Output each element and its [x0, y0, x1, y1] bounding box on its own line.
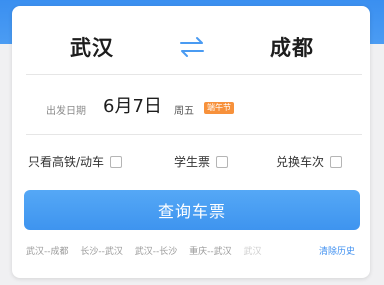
search-tickets-button[interactable]: 查询车票: [24, 190, 360, 230]
student-ticket-checkbox[interactable]: [216, 155, 229, 168]
divider: [26, 134, 362, 135]
history-item[interactable]: 重庆--武汉: [189, 247, 232, 257]
option-label: 学生票: [174, 155, 211, 169]
history-item[interactable]: 武汉--长沙: [135, 247, 178, 257]
arrival-station[interactable]: 成都: [270, 32, 314, 62]
redeem-train-checkbox[interactable]: [330, 155, 343, 168]
clear-history-link[interactable]: 清除历史: [319, 244, 355, 257]
option-label: 兑换车次: [276, 155, 325, 169]
swap-stations-icon[interactable]: [177, 36, 207, 58]
holiday-badge: 端午节: [204, 102, 234, 114]
option-label: 只看高铁/动车: [28, 155, 105, 169]
history-item[interactable]: 长沙--武汉: [80, 247, 123, 257]
divider: [26, 74, 362, 75]
option-high-speed-only[interactable]: 只看高铁/动车: [28, 153, 123, 170]
departure-station[interactable]: 武汉: [70, 32, 114, 62]
option-redeem-train[interactable]: 兑换车次: [276, 153, 343, 170]
date-value[interactable]: 6月7日: [103, 92, 162, 118]
history-item[interactable]: 武汉--成都: [26, 247, 69, 257]
option-student-ticket[interactable]: 学生票: [174, 153, 229, 170]
weekday-label: 周五: [174, 106, 194, 117]
history-item[interactable]: 武汉: [244, 247, 262, 257]
search-history: 武汉--成都 长沙--武汉 武汉--长沙 重庆--武汉 武汉: [26, 244, 271, 257]
high-speed-checkbox[interactable]: [110, 155, 123, 168]
ticket-search-card: 武汉 成都 出发日期 6月7日 周五 端午节 只看高铁/动车 学生票 兑换车次 …: [12, 6, 370, 278]
date-label: 出发日期: [46, 106, 86, 117]
